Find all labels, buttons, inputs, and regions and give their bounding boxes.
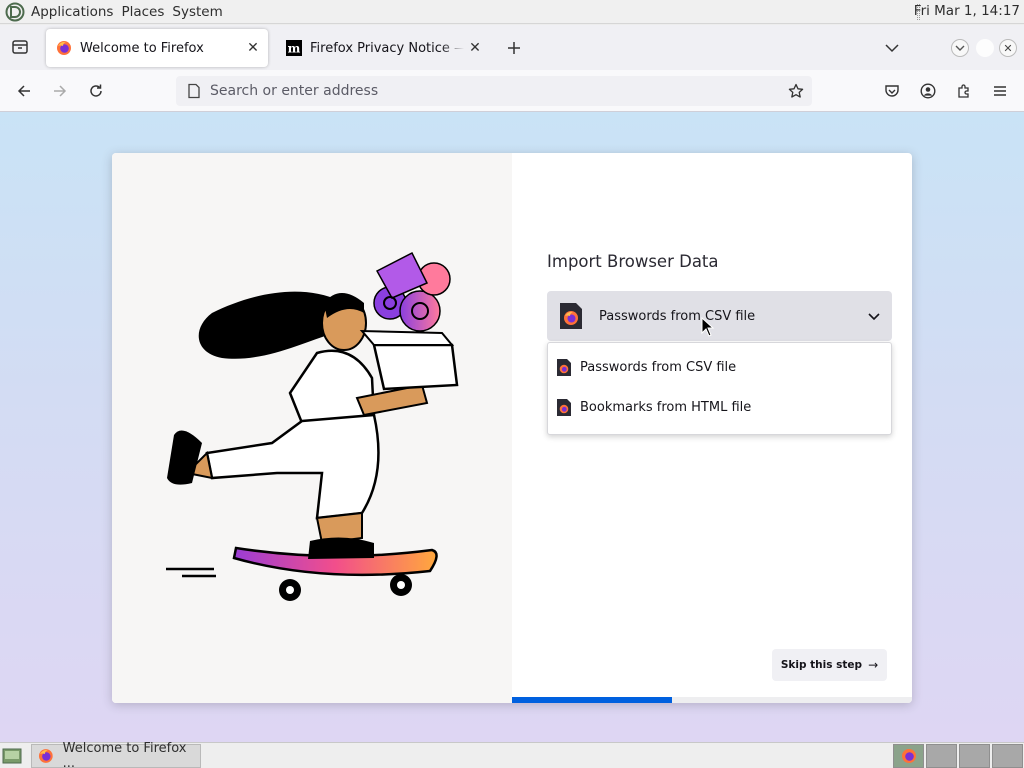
page-content: Import Browser Data Passwords from CSV f… [0, 112, 1024, 742]
close-tab-icon[interactable]: ✕ [242, 37, 264, 59]
workspace-2[interactable] [926, 744, 957, 768]
maximize-window-icon[interactable] [976, 39, 994, 57]
firefox-favicon-icon [57, 41, 71, 55]
extensions-icon[interactable] [949, 76, 979, 106]
url-input[interactable] [210, 83, 782, 99]
taskbar-window-firefox[interactable]: Welcome to Firefox ... [31, 741, 201, 768]
option-label: Bookmarks from HTML file [580, 399, 752, 415]
firefox-file-icon [557, 358, 571, 376]
clock[interactable]: Fri Mar 1, 14:17 [914, 3, 1020, 19]
places-menu[interactable]: Places [121, 4, 164, 20]
distro-logo-icon[interactable] [4, 1, 26, 23]
mozilla-favicon-icon: m [286, 40, 302, 56]
firefox-favicon-icon [38, 749, 53, 763]
reload-icon[interactable] [81, 76, 111, 106]
skip-step-button[interactable]: Skip this step → [772, 649, 887, 681]
close-tab-icon[interactable]: ✕ [464, 37, 486, 59]
illustration-panel [112, 153, 512, 703]
forward-icon[interactable] [45, 76, 75, 106]
selected-option-label: Passwords from CSV file [599, 308, 756, 324]
new-tab-icon[interactable] [503, 37, 525, 59]
workspace-4[interactable] [992, 744, 1023, 768]
workspace-1[interactable] [893, 744, 924, 768]
app-menu-icon[interactable] [985, 76, 1015, 106]
import-heading: Import Browser Data [547, 252, 719, 271]
onboarding-progress [512, 697, 912, 703]
tab-privacy-notice[interactable]: m Firefox Privacy Notice — Mozilla ✕ [276, 29, 490, 67]
skateboarder-illustration [166, 251, 459, 601]
import-source-dropdown: Passwords from CSV file Bookmarks from H… [547, 342, 892, 435]
firefox-view-icon[interactable] [2, 29, 38, 65]
back-icon[interactable] [9, 76, 39, 106]
bottom-taskbar: Welcome to Firefox ... [0, 741, 1024, 768]
account-icon[interactable] [913, 76, 943, 106]
svg-text:m: m [288, 42, 301, 56]
close-window-icon[interactable]: ✕ [999, 39, 1017, 57]
tab-strip: Welcome to Firefox ✕ m Firefox Privacy N… [0, 25, 1024, 70]
import-source-select[interactable]: Passwords from CSV file [547, 291, 892, 341]
minimize-window-icon[interactable] [951, 39, 969, 57]
option-bookmarks-html[interactable]: Bookmarks from HTML file [548, 387, 891, 427]
taskbar-window-title: Welcome to Firefox ... [62, 741, 187, 768]
progress-fill [512, 697, 672, 703]
firefox-file-icon [557, 398, 571, 416]
system-menu[interactable]: System [172, 4, 222, 20]
chevron-down-icon [868, 313, 880, 321]
show-desktop-icon[interactable] [2, 746, 22, 766]
arrow-right-icon: → [868, 658, 879, 672]
page-icon [188, 83, 200, 99]
pocket-icon[interactable] [877, 76, 907, 106]
option-label: Passwords from CSV file [580, 359, 737, 375]
skip-step-label: Skip this step [780, 659, 863, 671]
tab-title: Firefox Privacy Notice — Mozilla [310, 40, 464, 56]
list-all-tabs-icon[interactable] [880, 37, 904, 59]
tab-welcome-to-firefox[interactable]: Welcome to Firefox ✕ [46, 29, 268, 67]
option-passwords-csv[interactable]: Passwords from CSV file [548, 347, 891, 387]
tab-title: Welcome to Firefox [80, 40, 204, 56]
workspace-3[interactable] [959, 744, 990, 768]
onboarding-card: Import Browser Data Passwords from CSV f… [112, 153, 912, 703]
mouse-cursor-icon [701, 317, 715, 337]
import-panel: Import Browser Data Passwords from CSV f… [512, 153, 912, 703]
address-bar[interactable] [176, 76, 812, 106]
firefox-favicon-icon [902, 749, 916, 763]
applications-menu[interactable]: Applications [31, 4, 113, 20]
bookmark-star-icon[interactable] [782, 77, 810, 105]
firefox-file-icon [560, 303, 582, 329]
top-panel: Applications Places System Fri Mar 1, 14… [0, 0, 1024, 24]
navigation-toolbar [0, 70, 1024, 112]
